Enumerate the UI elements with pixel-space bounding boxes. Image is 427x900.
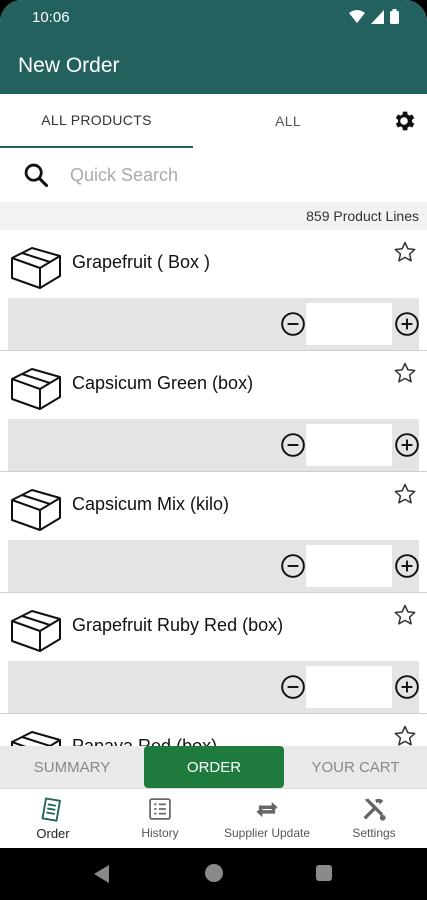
quantity-row [8,298,419,350]
product-item[interactable]: Capsicum Mix (kilo) [0,472,427,593]
page-title: New Order [18,54,120,77]
segment-summary[interactable]: SUMMARY [0,746,144,788]
nav-supplier-update[interactable]: Supplier Update [214,795,320,845]
box-icon [11,731,61,746]
status-bar: 10:06 [0,0,427,36]
minus-circle-icon[interactable] [280,311,306,337]
product-header[interactable]: Grapefruit ( Box ) [0,230,427,298]
product-count-bar: 859 Product Lines [0,202,427,230]
nav-history-label: History [141,826,179,840]
sync-icon [256,802,278,818]
plus-circle-icon[interactable] [394,553,420,579]
product-item[interactable]: Capsicum Green (box) [0,351,427,472]
product-header[interactable]: Capsicum Green (box) [0,351,427,419]
status-time: 10:06 [32,9,70,26]
star-icon[interactable] [393,240,417,264]
view-segment-bar: SUMMARY ORDER YOUR CART [0,746,427,788]
nav-order-label: Order [36,826,70,841]
wifi-icon [349,9,365,23]
nav-settings[interactable]: Settings [321,795,427,845]
screen: 10:06 New Order ALL PRODUCTS ALL 859 Pro… [0,0,427,900]
star-icon[interactable] [393,603,417,627]
home-icon[interactable] [205,864,223,882]
nav-supplier-update-label: Supplier Update [223,826,311,840]
minus-circle-icon[interactable] [280,432,306,458]
status-icons [349,9,399,24]
recent-apps-icon[interactable] [316,865,332,881]
nav-settings-label: Settings [352,826,396,840]
gear-icon[interactable] [391,108,417,134]
tab-bar: ALL PRODUCTS ALL [0,94,427,148]
quantity-input[interactable] [306,424,392,466]
minus-circle-icon[interactable] [280,553,306,579]
product-name: Grapefruit Ruby Red (box) [72,615,284,635]
app-bar: New Order [0,36,427,94]
plus-circle-icon[interactable] [394,432,420,458]
product-header[interactable]: Grapefruit Ruby Red (box) [0,593,427,661]
box-icon [11,489,61,531]
star-icon[interactable] [393,482,417,506]
star-icon[interactable] [393,724,417,746]
box-icon [11,610,61,652]
quantity-row [8,661,419,713]
back-icon[interactable] [94,865,110,883]
bottom-nav: Order History Supplier Update Settings [0,788,427,848]
product-item[interactable]: Papaya Red (box) [0,714,427,746]
battery-icon [390,9,399,24]
tab-all-products[interactable]: ALL PRODUCTS [0,94,193,148]
product-count: 859 Product Lines [306,208,419,224]
quantity-input[interactable] [306,545,392,587]
product-name: Grapefruit ( Box ) [72,252,211,272]
tab-all[interactable]: ALL [193,94,383,148]
history-icon [149,798,171,820]
product-header[interactable]: Papaya Red (box) [0,714,427,746]
star-icon[interactable] [393,361,417,385]
order-icon [41,797,61,822]
segment-order[interactable]: ORDER [144,746,284,788]
nav-history[interactable]: History [107,795,213,845]
quantity-row [8,419,419,471]
quantity-input[interactable] [306,303,392,345]
product-name: Papaya Red (box) [72,736,218,746]
product-name: Capsicum Mix (kilo) [72,494,230,514]
nav-order[interactable]: Order [0,795,106,845]
search-icon [24,163,49,188]
segment-your-cart[interactable]: YOUR CART [284,746,427,788]
product-item[interactable]: Grapefruit ( Box ) [0,230,427,351]
product-header[interactable]: Capsicum Mix (kilo) [0,472,427,540]
box-icon [11,247,61,289]
quantity-row [8,540,419,592]
search-bar [0,148,427,202]
minus-circle-icon[interactable] [280,674,306,700]
box-icon [11,368,61,410]
quantity-input[interactable] [306,666,392,708]
system-nav-bar [0,848,427,900]
product-item[interactable]: Grapefruit Ruby Red (box) [0,593,427,714]
product-list[interactable]: Grapefruit ( Box ) Capsicum Green (box) [0,230,427,746]
signal-icon [371,9,384,24]
product-name: Capsicum Green (box) [72,373,254,393]
plus-circle-icon[interactable] [394,674,420,700]
tools-icon [363,798,386,821]
search-input[interactable] [70,158,400,192]
plus-circle-icon[interactable] [394,311,420,337]
